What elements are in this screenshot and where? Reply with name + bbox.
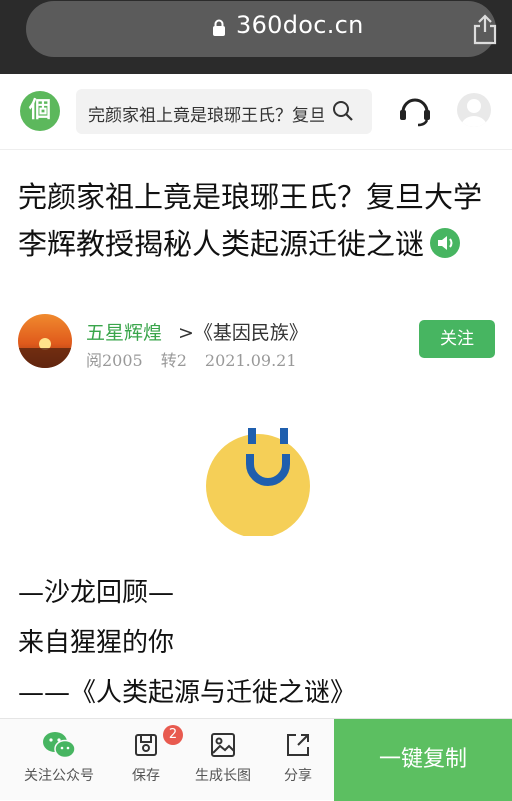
author-avatar[interactable]: [18, 314, 72, 368]
article-title-text: 完颜家祖上竟是琅琊王氏？复旦大学李辉教授揭秘人类起源迁徙之谜: [18, 180, 483, 261]
paragraph-from-apes: 来自猩猩的你: [18, 628, 175, 658]
lock-icon: [213, 19, 225, 36]
generate-long-image-button[interactable]: 生成长图: [188, 731, 258, 793]
site-header: 個 完颜家祖上竟是琅琊王氏？复旦: [0, 74, 512, 150]
one-click-copy-button[interactable]: 一键复制: [334, 719, 512, 801]
search-icon[interactable]: [332, 100, 354, 122]
url-bar[interactable]: 360doc.cn: [26, 1, 498, 57]
publish-date: 2021.09.21: [204, 351, 297, 370]
share-label: 分享: [284, 768, 312, 784]
author-name[interactable]: 五星辉煌: [86, 318, 162, 345]
paragraph-topic: ——《人类起源与迁徙之谜》: [18, 678, 357, 708]
generate-long-image-label: 生成长图: [195, 768, 251, 784]
follow-wechat-button[interactable]: 关注公众号: [20, 731, 98, 793]
smiley-image: [206, 428, 310, 536]
speaker-icon[interactable]: [430, 228, 461, 258]
search-text: 完颜家祖上竟是琅琊王氏？复旦: [88, 106, 324, 126]
user-avatar-icon[interactable]: [457, 93, 491, 127]
wechat-icon: [43, 732, 76, 759]
image-icon: [211, 733, 235, 757]
article-title: 完颜家祖上竟是琅琊王氏？复旦大学李辉教授揭秘人类起源迁徙之谜: [18, 174, 488, 268]
follow-wechat-label: 关注公众号: [24, 768, 94, 784]
paragraph-salon-review: —沙龙回顾—: [18, 578, 175, 608]
read-count: 阅2005: [86, 351, 143, 370]
search-input[interactable]: 完颜家祖上竟是琅琊王氏？复旦: [76, 89, 372, 134]
save-count-badge: 2: [163, 725, 183, 745]
save-icon: [135, 734, 157, 756]
repost-count: 转2: [160, 351, 187, 370]
save-label: 保存: [132, 768, 160, 784]
share-button[interactable]: 分享: [276, 731, 320, 793]
article-category[interactable]: >《基因民族》: [178, 318, 308, 345]
article-meta: 阅2005 转2 2021.09.21: [86, 347, 315, 371]
follow-button[interactable]: 关注: [419, 320, 495, 358]
bottom-action-bar: 关注公众号 保存 2 生成长图 分享 一键复制: [0, 718, 512, 801]
browser-bar: 360doc.cn: [0, 0, 512, 74]
share-icon[interactable]: [472, 13, 498, 45]
url-text: 360doc.cn: [236, 11, 364, 39]
site-logo[interactable]: 個: [20, 91, 60, 131]
share-out-icon: [287, 734, 309, 756]
headset-icon[interactable]: [398, 94, 432, 128]
